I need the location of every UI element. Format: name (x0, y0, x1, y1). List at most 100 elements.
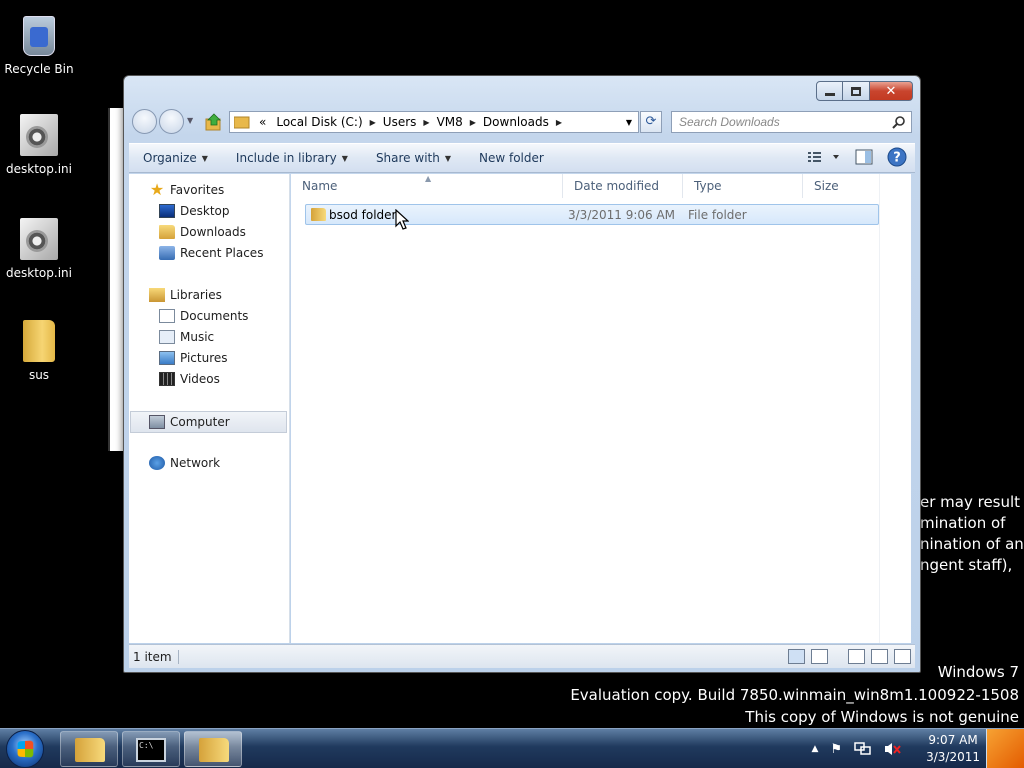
file-date-modified: 3/3/2011 9:06 AM (568, 208, 676, 222)
breadcrumb-users[interactable]: Users (378, 115, 422, 129)
recent-pages-dropdown-icon[interactable]: ▼ (187, 116, 193, 125)
documents-icon (159, 309, 175, 323)
eula-text: er may result mination of nination of an… (920, 493, 1024, 574)
back-button[interactable] (132, 109, 157, 134)
taskbar-explorer-pinned[interactable] (60, 731, 118, 767)
desktop-icon-sus[interactable]: sus (0, 320, 78, 382)
explorer-window: ✕ ▼ « Local Disk (C:) ▶ Users ▶ VM8 ▶ Do… (123, 75, 921, 673)
breadcrumb-overflow[interactable]: « (254, 115, 271, 129)
chevron-down-icon: ▼ (341, 153, 348, 163)
vertical-scroll-area[interactable] (879, 174, 911, 643)
layout-details-pane-icon[interactable] (871, 649, 888, 664)
desktop-icon-label: sus (28, 368, 50, 382)
breadcrumb-local-disk[interactable]: Local Disk (C:) (271, 115, 367, 129)
large-icons-view-icon[interactable] (811, 649, 828, 664)
nav-network[interactable]: Network (149, 456, 220, 470)
nav-recent-places[interactable]: Recent Places (159, 246, 263, 260)
breadcrumb: « Local Disk (C:) ▶ Users ▶ VM8 ▶ Downlo… (250, 115, 620, 129)
breadcrumb-separator-icon[interactable]: ▶ (554, 118, 564, 127)
star-icon: ★ (149, 180, 165, 199)
nav-libraries[interactable]: Libraries (149, 288, 222, 302)
nav-favorites[interactable]: ★ Favorites (149, 180, 224, 199)
taskbar-clock[interactable]: 9:07 AM 3/3/2011 (926, 732, 980, 766)
file-list: Name ▲ Date modified Type Size bsod fold… (291, 174, 911, 643)
recycle-bin-icon (23, 16, 55, 56)
nav-desktop[interactable]: Desktop (159, 204, 230, 218)
nav-videos[interactable]: Videos (159, 372, 220, 386)
chevron-down-icon: ▼ (201, 153, 208, 163)
refresh-icon: ⟳ (645, 114, 657, 129)
new-folder-button[interactable]: New folder (465, 151, 558, 165)
computer-icon (149, 415, 165, 429)
desktop-icon-desktop-ini-1[interactable]: desktop.ini (0, 114, 78, 176)
nav-computer[interactable]: Computer (130, 411, 287, 433)
share-with-button[interactable]: Share with ▼ (362, 151, 465, 165)
network-status-icon[interactable] (854, 741, 872, 757)
breadcrumb-separator-icon[interactable]: ▶ (468, 118, 478, 127)
breadcrumb-separator-icon[interactable]: ▶ (368, 118, 378, 127)
item-count: 1 item (129, 649, 179, 664)
desktop-icon-desktop-ini-2[interactable]: desktop.ini (0, 218, 78, 280)
forward-button[interactable] (159, 109, 184, 134)
nav-downloads[interactable]: Downloads (159, 225, 246, 239)
details-view-icon[interactable] (788, 649, 805, 664)
address-dropdown-icon[interactable]: ▼ (620, 118, 638, 127)
refresh-button[interactable]: ⟳ (640, 111, 662, 133)
folder-icon (311, 208, 326, 221)
maximize-icon (851, 86, 861, 96)
column-header-type[interactable]: Type (683, 174, 803, 198)
status-view-controls (788, 649, 911, 664)
mouse-cursor-icon (395, 209, 409, 230)
videos-icon (159, 372, 175, 386)
column-header-size[interactable]: Size (803, 174, 881, 198)
file-row[interactable]: bsod folder 3/3/2011 9:06 AM File folder (305, 204, 879, 225)
desktop-icon (159, 204, 175, 218)
include-in-library-button[interactable]: Include in library ▼ (222, 151, 362, 165)
file-type: File folder (688, 208, 747, 222)
taskbar: C:\ ▲ ⚑ 9:07 AM 3/3/2011 (0, 728, 1024, 768)
breadcrumb-downloads[interactable]: Downloads (478, 115, 554, 129)
address-bar[interactable]: « Local Disk (C:) ▶ Users ▶ VM8 ▶ Downlo… (229, 111, 639, 133)
file-name: bsod folder (329, 208, 397, 222)
clock-time: 9:07 AM (928, 733, 978, 747)
layout-single-pane-icon[interactable] (848, 649, 865, 664)
show-hidden-icons-icon[interactable]: ▲ (812, 744, 819, 754)
sort-ascending-icon: ▲ (425, 174, 432, 183)
music-icon (159, 330, 175, 344)
command-bar: Organize ▼ Include in library ▼ Share with… (129, 143, 915, 173)
volume-muted-icon[interactable] (884, 741, 902, 757)
preview-pane-icon[interactable] (855, 149, 873, 165)
nav-pictures[interactable]: Pictures (159, 351, 228, 365)
taskbar-explorer-window[interactable] (184, 731, 242, 767)
action-center-flag-icon[interactable]: ⚑ (830, 742, 842, 757)
chevron-down-icon: ▼ (444, 153, 451, 163)
maximize-button[interactable] (843, 81, 870, 101)
minimize-icon (824, 92, 835, 96)
caption-buttons: ✕ (816, 81, 913, 101)
nav-music[interactable]: Music (159, 330, 214, 344)
nav-documents[interactable]: Documents (159, 309, 248, 323)
toolbar-view-controls: ? (807, 147, 915, 167)
network-icon (149, 456, 165, 470)
taskbar-command-prompt[interactable]: C:\ (122, 731, 180, 767)
command-prompt-icon: C:\ (136, 738, 166, 762)
breadcrumb-vm8[interactable]: VM8 (432, 115, 468, 129)
close-icon: ✕ (885, 83, 897, 99)
organize-button[interactable]: Organize ▼ (129, 151, 222, 165)
change-view-icon[interactable] (807, 149, 841, 165)
layout-preview-pane-icon[interactable] (894, 649, 911, 664)
libraries-icon (149, 288, 165, 302)
up-folder-icon[interactable] (205, 113, 223, 131)
search-icon[interactable] (892, 115, 906, 129)
navigation-pane: ★ Favorites Desktop Downloads Recent Pla… (129, 174, 290, 643)
search-input[interactable] (671, 111, 912, 133)
breadcrumb-separator-icon[interactable]: ▶ (421, 118, 431, 127)
show-desktop-button[interactable] (986, 729, 1024, 768)
close-button[interactable]: ✕ (870, 81, 913, 101)
settings-file-icon (20, 114, 58, 156)
help-icon[interactable]: ? (887, 147, 907, 167)
column-header-date-modified[interactable]: Date modified (563, 174, 683, 198)
desktop-icon-recycle-bin[interactable]: Recycle Bin (0, 8, 78, 76)
start-button[interactable] (6, 730, 44, 768)
minimize-button[interactable] (816, 81, 843, 101)
